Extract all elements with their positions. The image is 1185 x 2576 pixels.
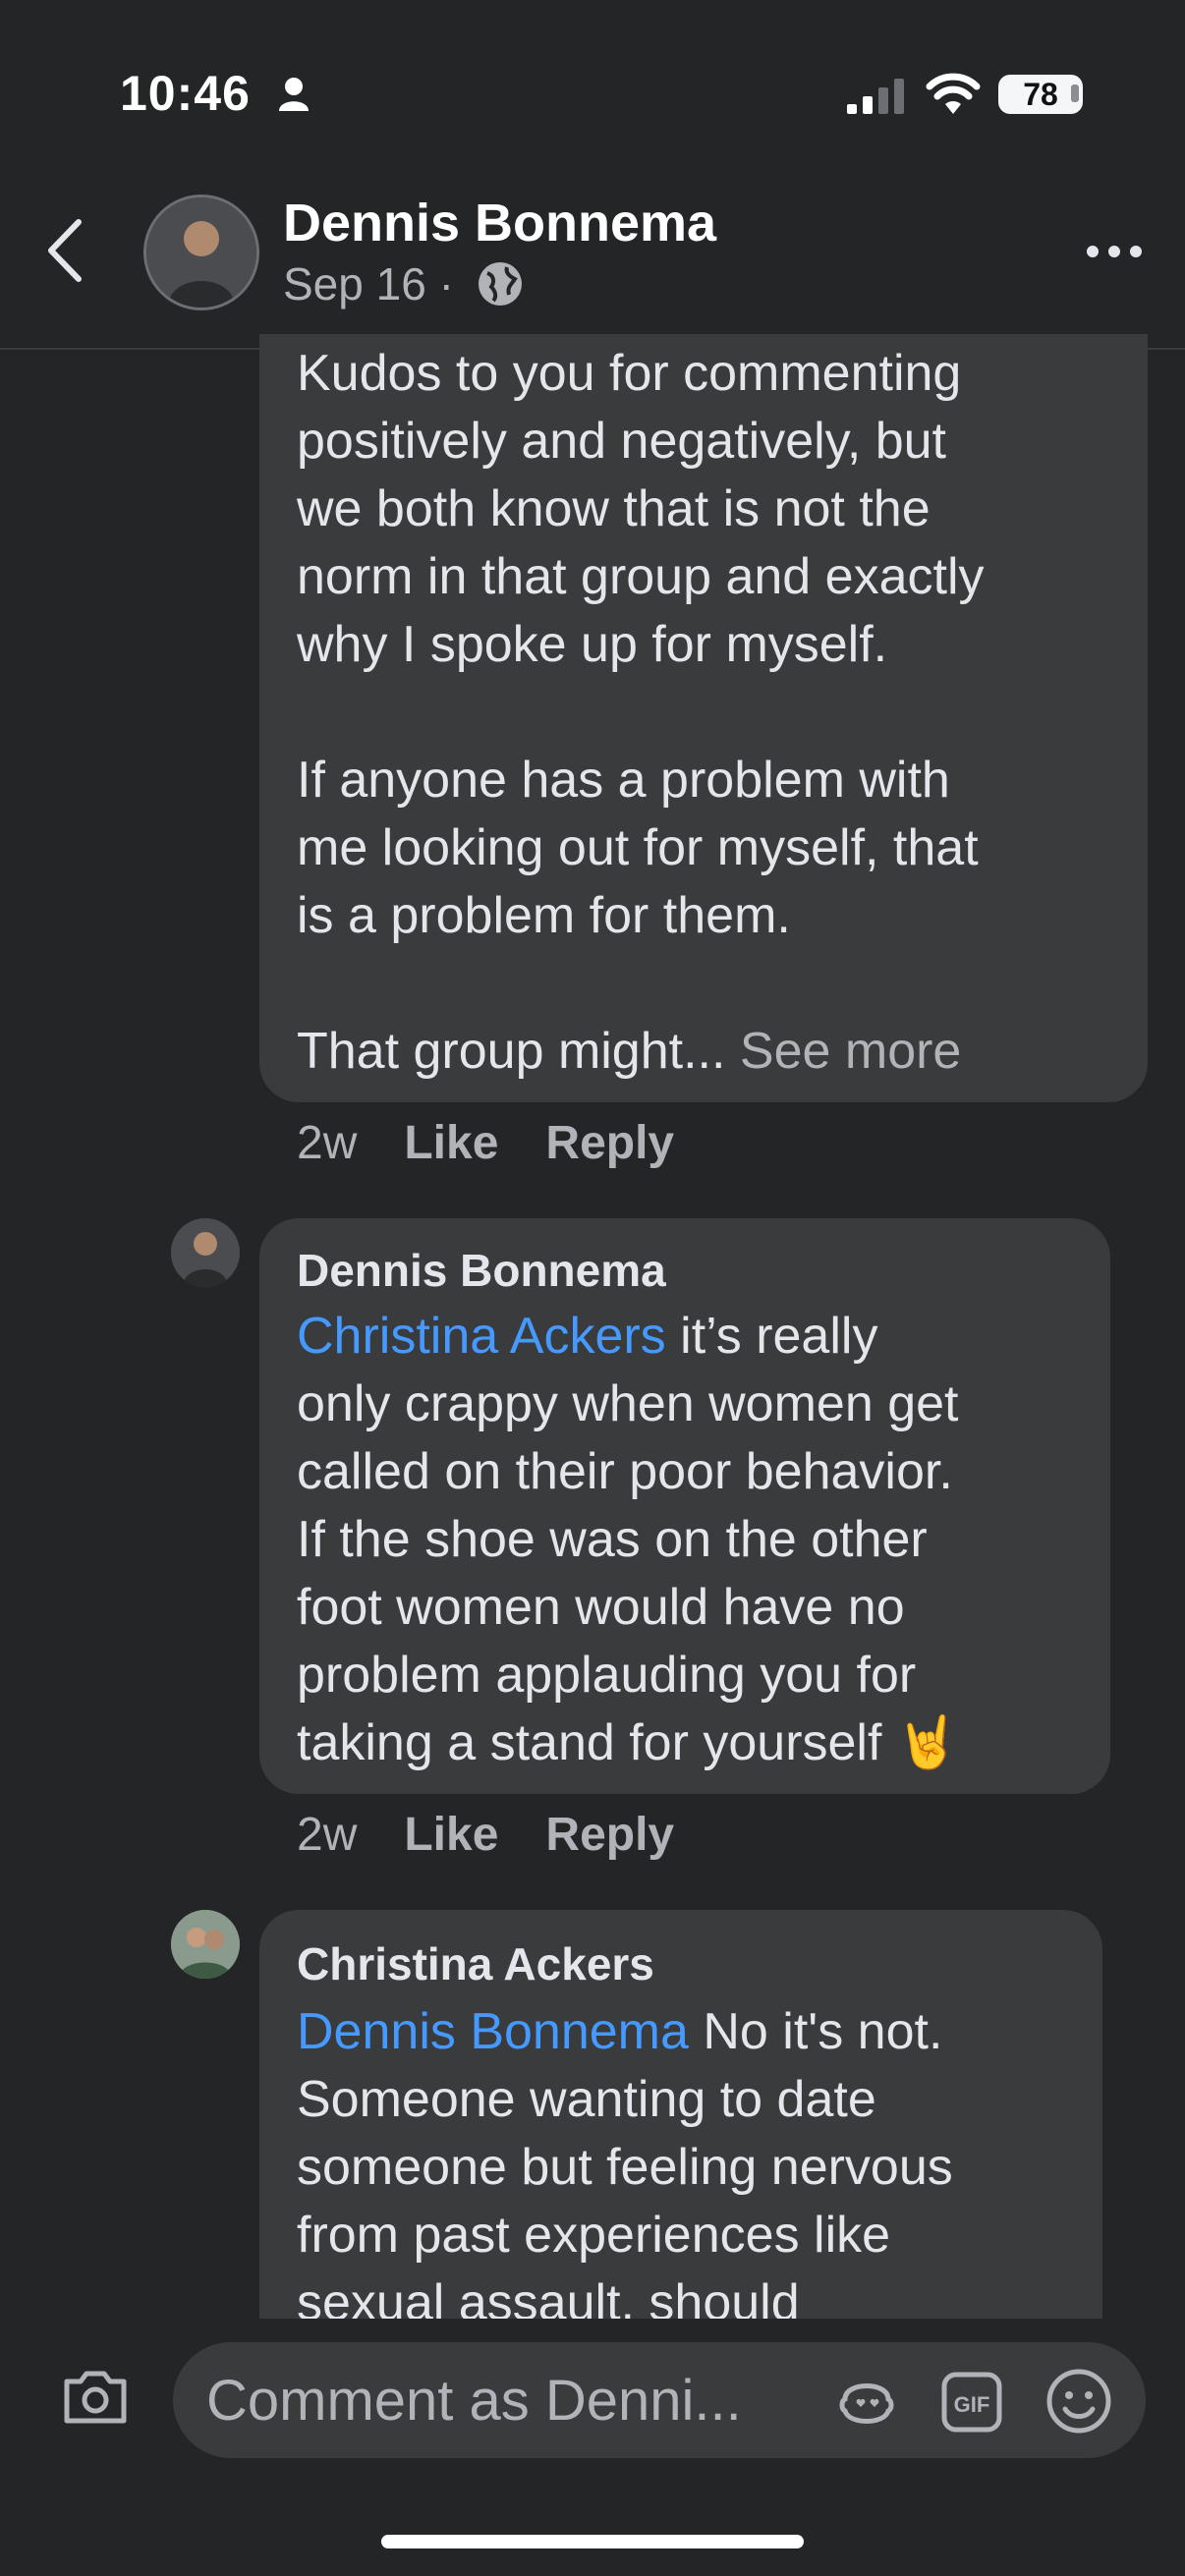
like-button[interactable]: Like bbox=[404, 1809, 498, 1861]
comment-text: Kudos to you for commenting positively a… bbox=[297, 340, 1142, 1086]
avatar[interactable] bbox=[143, 195, 259, 310]
comment-actions: 2w Like Reply bbox=[297, 1808, 721, 1862]
camera-icon[interactable] bbox=[61, 2368, 130, 2427]
signal-icon bbox=[847, 79, 904, 114]
avatar[interactable] bbox=[171, 1218, 240, 1287]
mention-link[interactable]: Christina Ackers bbox=[297, 1308, 666, 1365]
comment-time: 2w bbox=[297, 1117, 358, 1169]
comment-text: Christina Ackers it’s really only crappy… bbox=[297, 1303, 1102, 1777]
comment-placeholder[interactable]: Comment as Denni... bbox=[206, 2368, 742, 2434]
see-more-link[interactable]: See more bbox=[740, 1023, 961, 1080]
globe-icon bbox=[479, 262, 522, 306]
like-button[interactable]: Like bbox=[404, 1117, 498, 1169]
comment-body: Kudos to you for commenting positively a… bbox=[297, 345, 985, 1080]
avatar[interactable] bbox=[171, 1910, 240, 1979]
svg-text:GIF: GIF bbox=[954, 2392, 990, 2417]
comment-author[interactable]: Dennis Bonnema bbox=[297, 1244, 666, 1297]
comment-time: 2w bbox=[297, 1809, 358, 1861]
post-date: Sep 16 · bbox=[283, 258, 454, 309]
mention-link[interactable]: Dennis Bonnema bbox=[297, 2003, 689, 2060]
emoji-icon[interactable] bbox=[1045, 2368, 1112, 2435]
battery-cap bbox=[1071, 84, 1079, 102]
reply-button[interactable]: Reply bbox=[545, 1809, 674, 1861]
comment-text: Dennis Bonnema No it's not. Someone want… bbox=[297, 1998, 1102, 2337]
comment-author[interactable]: Christina Ackers bbox=[297, 1937, 654, 1990]
comment-actions: 2w Like Reply bbox=[297, 1116, 721, 1170]
status-time: 10:46 bbox=[120, 66, 251, 121]
avatar-sticker-icon[interactable] bbox=[833, 2370, 900, 2433]
chevron-left-icon[interactable] bbox=[45, 218, 85, 283]
home-indicator[interactable] bbox=[381, 2535, 804, 2548]
person-icon bbox=[279, 78, 309, 111]
wifi-icon bbox=[926, 73, 981, 114]
reply-button[interactable]: Reply bbox=[545, 1117, 674, 1169]
comment-body: it’s really only crappy when women get c… bbox=[297, 1308, 960, 1771]
more-icon[interactable] bbox=[1085, 244, 1144, 259]
header-name[interactable]: Dennis Bonnema bbox=[283, 193, 716, 253]
gif-icon[interactable]: GIF bbox=[941, 2372, 1002, 2433]
